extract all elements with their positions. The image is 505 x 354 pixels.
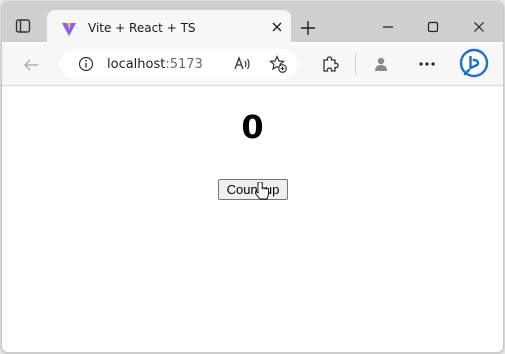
count-up-button[interactable]: Count up [218,179,288,200]
browser-window: Vite + React + TS localhost:5173 0 Count… [1,1,504,353]
minimize-icon[interactable] [377,16,399,38]
url-host: localhost [107,57,166,72]
vite-logo-icon [61,21,77,37]
puzzle-icon[interactable] [319,53,341,75]
bing-icon[interactable] [457,47,491,81]
toolbar-separator [355,54,356,74]
close-window-icon[interactable] [468,16,490,38]
close-icon[interactable] [268,18,286,36]
maximize-icon[interactable] [422,16,444,38]
back-arrow-icon[interactable] [20,54,42,76]
url-text[interactable]: localhost:5173 [107,57,203,72]
page-content: 0 Count up [2,86,503,352]
title-bar: Vite + React + TS [2,2,503,44]
mouse-pointer-icon [255,182,269,200]
browser-tab[interactable]: Vite + React + TS [47,10,291,44]
url-port: :5173 [165,57,203,72]
tab-actions-icon[interactable] [14,17,32,35]
toolbar: localhost:5173 [2,44,503,86]
count-display: 0 [241,108,264,146]
more-icon[interactable] [416,53,438,75]
info-icon[interactable] [75,53,97,75]
add-favorite-icon[interactable] [267,53,289,75]
read-aloud-icon[interactable] [232,53,254,75]
address-bar[interactable]: localhost:5173 [60,49,298,79]
profile-icon[interactable] [370,53,392,75]
plus-icon[interactable] [298,18,318,38]
tab-title: Vite + React + TS [88,21,196,35]
